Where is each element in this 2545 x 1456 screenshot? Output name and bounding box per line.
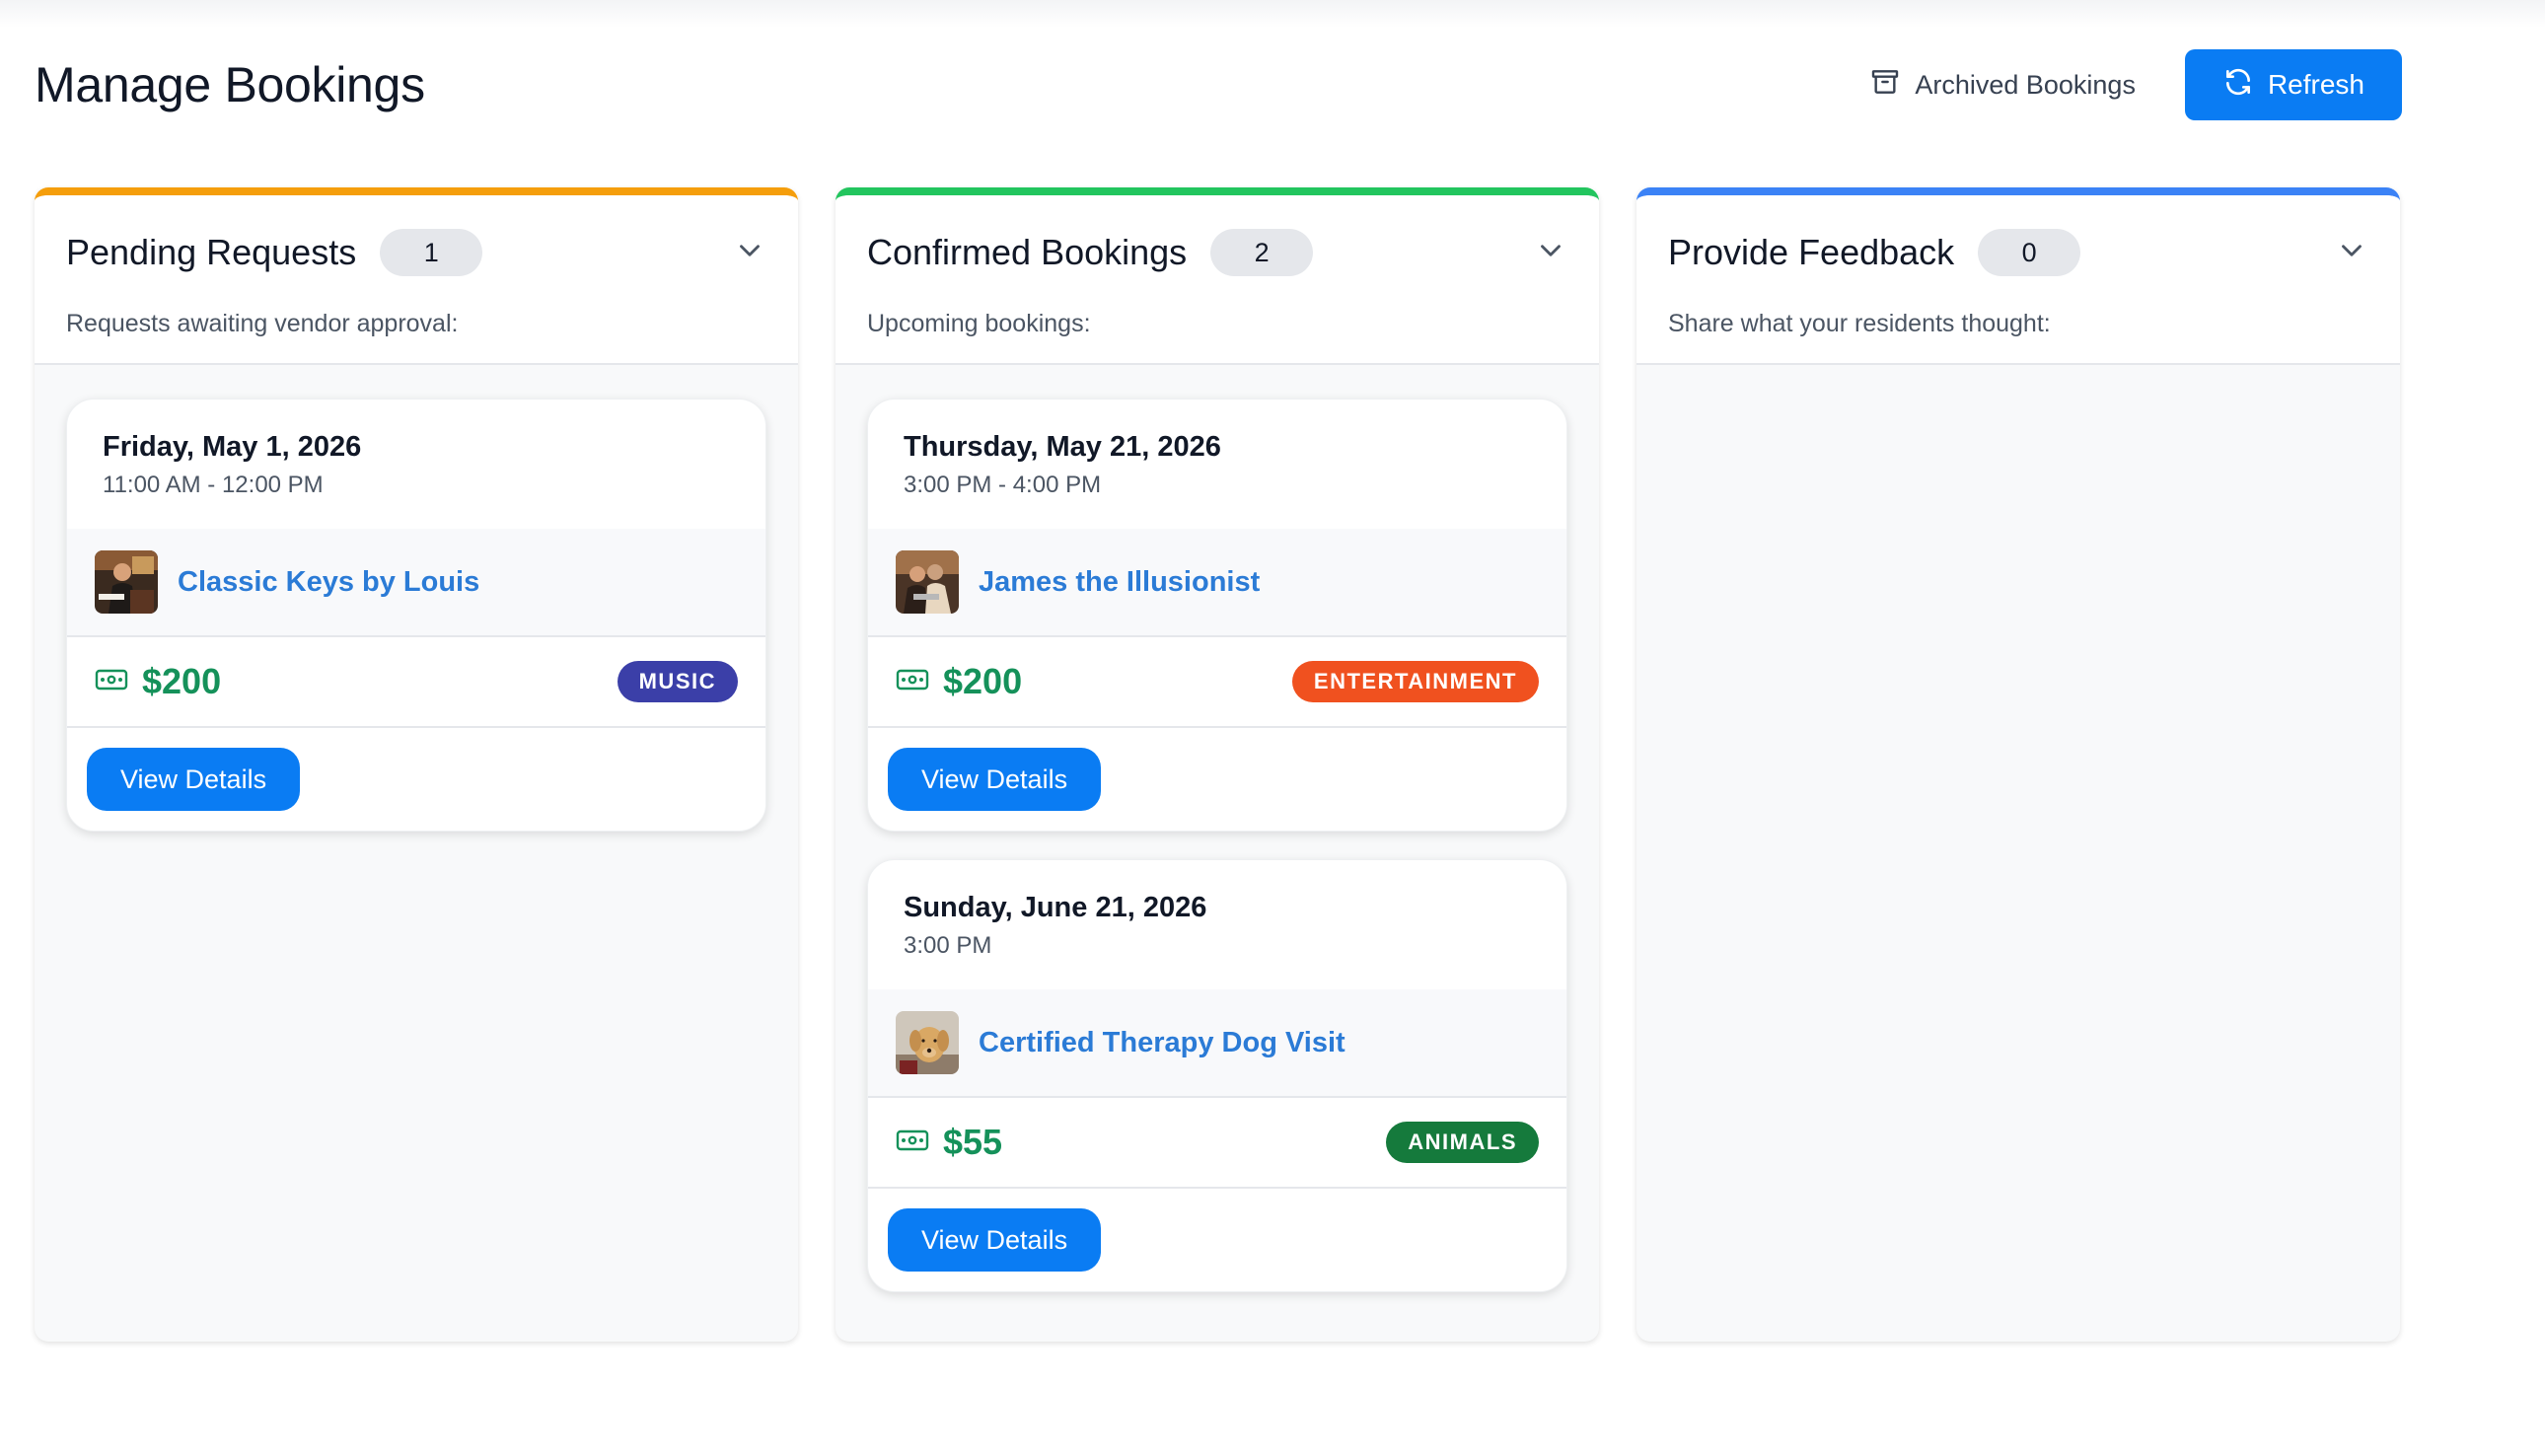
- booking-date: Friday, May 1, 2026: [103, 431, 362, 463]
- category-badge: ANIMALS: [1386, 1122, 1539, 1163]
- cash-icon: [95, 668, 128, 696]
- column-title-row: Provide Feedback 0: [1668, 229, 2368, 276]
- chevron-down-icon[interactable]: [2335, 234, 2368, 272]
- booking-price: $55: [943, 1122, 1003, 1162]
- column-title: Pending Requests: [66, 232, 357, 272]
- vendor-row: Certified Therapy Dog Visit: [868, 989, 1566, 1098]
- column-title-row: Pending Requests 1: [66, 229, 766, 276]
- archive-icon: [1869, 66, 1901, 105]
- header-actions: Archived Bookings Refresh: [1869, 49, 2402, 120]
- pianist-photo-icon: [95, 550, 158, 614]
- booking-date: Thursday, May 21, 2026: [904, 431, 1221, 463]
- cash-icon: [896, 1128, 929, 1157]
- column-title-group: Provide Feedback 0: [1668, 229, 2081, 276]
- refresh-label: Refresh: [2267, 69, 2364, 100]
- column-subtitle: Upcoming bookings:: [867, 310, 1091, 337]
- column-title-group: Confirmed Bookings 2: [867, 229, 1314, 276]
- booking-time: 3:00 PM - 4:00 PM: [904, 472, 1102, 498]
- price-group: $200: [896, 661, 1022, 702]
- archived-bookings-label: Archived Bookings: [1915, 69, 2136, 100]
- column-body: [1636, 365, 2400, 432]
- view-details-button[interactable]: View Details: [888, 748, 1102, 811]
- card-actions: View Details: [67, 728, 765, 831]
- page-header: Manage Bookings Archived Bookings Refres…: [35, 45, 2402, 124]
- archived-bookings-button[interactable]: Archived Bookings: [1869, 66, 2136, 105]
- pending-requests-column: Pending Requests 1 Requests awaiting ven…: [35, 187, 798, 1342]
- price-group: $200: [95, 661, 221, 702]
- chevron-down-icon[interactable]: [1534, 234, 1567, 272]
- column-header: Provide Feedback 0 Share what your resid…: [1636, 195, 2400, 365]
- vendor-name-link[interactable]: Classic Keys by Louis: [178, 566, 479, 599]
- booking-time: 3:00 PM: [904, 932, 992, 959]
- page-title: Manage Bookings: [35, 57, 425, 112]
- column-subtitle: Requests awaiting vendor approval:: [66, 310, 459, 337]
- refresh-button[interactable]: Refresh: [2184, 49, 2402, 120]
- price-row: $55 ANIMALS: [868, 1098, 1566, 1189]
- view-details-button[interactable]: View Details: [888, 1208, 1102, 1272]
- category-badge: ENTERTAINMENT: [1291, 661, 1539, 702]
- count-badge: 0: [1978, 229, 2081, 276]
- refresh-icon: [2222, 66, 2254, 105]
- magician-photo-icon: [896, 550, 959, 614]
- column-header: Confirmed Bookings 2 Upcoming bookings:: [836, 195, 1599, 365]
- booking-price: $200: [943, 661, 1023, 701]
- vendor-name-link[interactable]: James the Illusionist: [979, 566, 1260, 599]
- price-row: $200 MUSIC: [67, 637, 765, 728]
- card-actions: View Details: [868, 728, 1566, 831]
- column-body: Friday, May 1, 2026 11:00 AM - 12:00 PM: [35, 365, 798, 865]
- top-shade: [0, 0, 2545, 28]
- booking-card: Sunday, June 21, 2026 3:00 PM Certified …: [867, 859, 1567, 1292]
- column-title-row: Confirmed Bookings 2: [867, 229, 1567, 276]
- booking-time: 11:00 AM - 12:00 PM: [103, 472, 324, 498]
- booking-card: Thursday, May 21, 2026 3:00 PM - 4:00 PM: [867, 399, 1567, 832]
- booking-date-block: Thursday, May 21, 2026 3:00 PM - 4:00 PM: [868, 400, 1566, 529]
- column-title: Provide Feedback: [1668, 232, 1955, 272]
- booking-date-block: Friday, May 1, 2026 11:00 AM - 12:00 PM: [67, 400, 765, 529]
- price-row: $200 ENTERTAINMENT: [868, 637, 1566, 728]
- column-header: Pending Requests 1 Requests awaiting ven…: [35, 195, 798, 365]
- count-badge: 1: [380, 229, 483, 276]
- column-title-group: Pending Requests 1: [66, 229, 483, 276]
- vendor-row: Classic Keys by Louis: [67, 529, 765, 637]
- confirmed-bookings-column: Confirmed Bookings 2 Upcoming bookings: …: [836, 187, 1599, 1342]
- category-badge: MUSIC: [617, 661, 738, 702]
- booking-date-block: Sunday, June 21, 2026 3:00 PM: [868, 860, 1566, 989]
- booking-date: Sunday, June 21, 2026: [904, 892, 1207, 923]
- booking-columns: Pending Requests 1 Requests awaiting ven…: [35, 187, 2400, 1342]
- column-subtitle: Share what your residents thought:: [1668, 310, 2051, 337]
- price-group: $55: [896, 1122, 1002, 1163]
- cash-icon: [896, 668, 929, 696]
- dog-photo-icon: [896, 1011, 959, 1074]
- chevron-down-icon[interactable]: [733, 234, 766, 272]
- count-badge: 2: [1210, 229, 1314, 276]
- provide-feedback-column: Provide Feedback 0 Share what your resid…: [1636, 187, 2400, 1342]
- booking-price: $200: [142, 661, 222, 701]
- column-title: Confirmed Bookings: [867, 232, 1188, 272]
- vendor-name-link[interactable]: Certified Therapy Dog Visit: [979, 1027, 1345, 1059]
- column-body: Thursday, May 21, 2026 3:00 PM - 4:00 PM: [836, 365, 1599, 1326]
- vendor-row: James the Illusionist: [868, 529, 1566, 637]
- view-details-button[interactable]: View Details: [87, 748, 301, 811]
- card-actions: View Details: [868, 1189, 1566, 1291]
- booking-card: Friday, May 1, 2026 11:00 AM - 12:00 PM: [66, 399, 766, 832]
